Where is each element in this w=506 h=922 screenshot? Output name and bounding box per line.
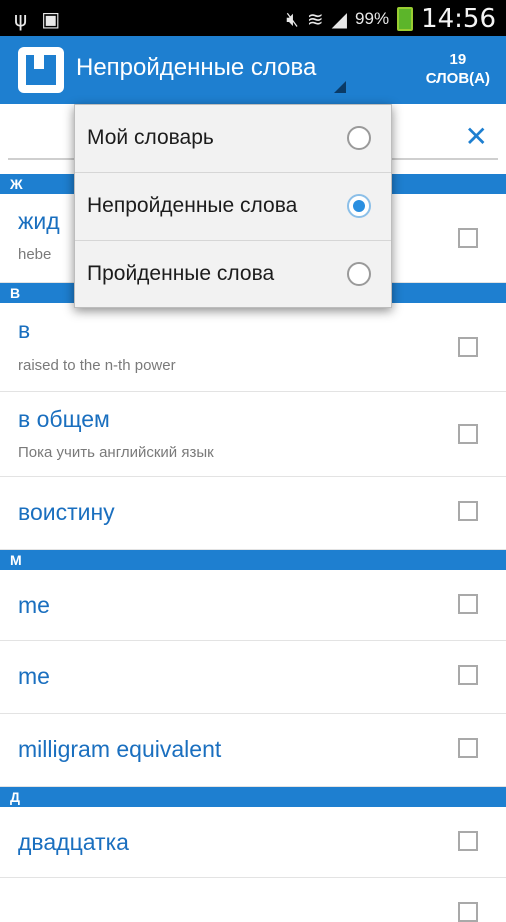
usb-icon: ψ <box>14 7 28 31</box>
learned-checkbox[interactable] <box>458 594 478 614</box>
radio-button[interactable] <box>347 126 371 150</box>
list-item[interactable]: в raised to the n-th power <box>0 303 506 392</box>
learned-checkbox[interactable] <box>458 665 478 685</box>
word-count: 19 СЛОВ(А) <box>426 50 490 88</box>
learned-checkbox[interactable] <box>458 902 478 922</box>
word-text: жид <box>18 208 60 234</box>
list-item[interactable]: me <box>0 570 506 641</box>
menu-item-unlearned-words[interactable]: Непройденные слова <box>75 173 391 241</box>
battery-icon <box>397 7 414 31</box>
learned-checkbox[interactable] <box>458 501 478 521</box>
image-icon: ▣ <box>41 7 61 31</box>
menu-item-learned-words[interactable]: Пройденные слова <box>75 241 391 308</box>
clock: 14:56 <box>421 4 496 34</box>
filter-dropdown-menu: Мой словарь Непройденные слова Пройденны… <box>74 104 392 308</box>
learned-checkbox[interactable] <box>458 228 478 248</box>
word-text: воистину <box>18 499 115 525</box>
word-translation: raised to the n-th power <box>18 357 176 374</box>
list-item[interactable]: воистину <box>0 477 506 550</box>
word-text: milligram equivalent <box>18 736 222 762</box>
app-bar: Непройденные слова 19 СЛОВ(А) <box>0 36 506 104</box>
list-item[interactable]: milligram equivalent <box>0 714 506 787</box>
learned-checkbox[interactable] <box>458 337 478 357</box>
mute-icon: 🔇︎ <box>286 7 299 31</box>
radio-button-selected[interactable] <box>347 194 371 218</box>
list-item[interactable] <box>0 878 506 922</box>
list-item[interactable]: двадцатка <box>0 807 506 878</box>
dictionary-book-icon[interactable] <box>18 47 64 93</box>
learned-checkbox[interactable] <box>458 738 478 758</box>
menu-item-label: Мой словарь <box>87 126 214 149</box>
section-header: Д <box>0 787 506 807</box>
section-header: М <box>0 550 506 570</box>
word-text: двадцатка <box>18 829 129 855</box>
learned-checkbox[interactable] <box>458 424 478 444</box>
word-text: me <box>18 592 50 618</box>
status-bar: ψ ▣ 🔇︎ ≋ ◢ 99% 14:56 <box>0 0 506 36</box>
wifi-icon: ≋ <box>306 7 324 31</box>
word-text: me <box>18 663 50 689</box>
signal-icon: ◢ <box>331 7 348 31</box>
learned-checkbox[interactable] <box>458 831 478 851</box>
list-item[interactable]: в общем Пока учить английский язык <box>0 392 506 477</box>
battery-percent: 99% <box>355 9 390 28</box>
clear-search-icon[interactable]: ✕ <box>465 120 488 153</box>
radio-button[interactable] <box>347 262 371 286</box>
word-translation: Пока учить английский язык <box>18 444 214 461</box>
menu-item-label: Непройденные слова <box>87 194 298 217</box>
word-count-label: СЛОВ(А) <box>425 70 490 87</box>
word-count-number: 19 <box>449 51 467 68</box>
menu-item-label: Пройденные слова <box>87 262 275 285</box>
list-item[interactable]: me <box>0 641 506 714</box>
word-text: в <box>18 317 31 343</box>
menu-item-my-dictionary[interactable]: Мой словарь <box>75 105 391 173</box>
word-text: в общем <box>18 406 110 432</box>
list-filter-spinner[interactable]: Непройденные слова <box>76 54 316 82</box>
spinner-triangle-icon <box>334 81 346 93</box>
word-translation: hebe <box>18 246 52 263</box>
